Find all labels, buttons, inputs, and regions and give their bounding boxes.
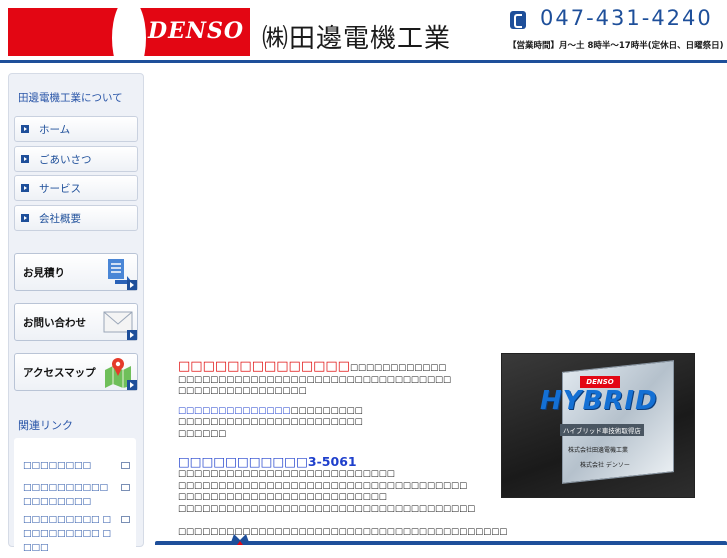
sidebar: 田邊電機工業について ホーム ごあいさつ サービス 会社概要 お見積り お問い合… [8,73,144,558]
section1-link[interactable]: □□□□□□□□□□□□□□ [178,406,290,416]
logo-swoosh [112,8,146,56]
hybrid-certification-photo: DENSO HYBRID ハイブリッド車技術取得店 株式会社田邊電機工業 株式会… [501,353,695,498]
access-map-button[interactable]: アクセスマップ [14,353,138,391]
sidebar-item-label: ごあいさつ [39,154,92,166]
arrow-square-icon [127,330,137,340]
arrow-square-icon [21,184,29,192]
arrow-square-icon [21,155,29,163]
sidebar-item-home[interactable]: ホーム [14,116,138,142]
phone-number[interactable]: 047-431-4240 [540,6,713,30]
external-link-icon [121,484,130,491]
plate-hybrid-text: HYBRID [540,386,658,416]
sidebar-item-label: 会社概要 [39,213,81,225]
section1-line: □□□□□□□□□□□□□□□□ [178,386,307,396]
section1-heading: □□□□□□□□□□□□□□ [178,359,350,374]
related-link[interactable]: □□□□□□□□□ □□□□□□□□□□ □□□□ [23,513,119,555]
section1-line: □□□□□□□□□□□□□□□□□□□□□□□□□□□□□□□□□□ [178,374,452,385]
section2-line: □□□□□□□□□□□□□□□□□□□□□□□□□□□□□□□□□□□□ [178,480,468,491]
section2-heading: □□□□□□□□□□□3-5061 [178,454,357,469]
plate-company: 株式会社田邊電機工業 [568,447,629,454]
sidebar-item-greeting[interactable]: ごあいさつ [14,146,138,172]
related-link[interactable]: □□□□□□□□ [23,459,119,473]
header: DENSO ㈱田邊電機工業 047-431-4240 【営業時間】月〜土 8時半… [0,0,727,63]
arrow-square-icon [127,380,137,390]
sidebar-item-label: ホーム [39,124,71,136]
phone-icon [510,11,526,29]
plate-subtitle: ハイブリッド車技術取得店 [560,424,644,436]
section2-line: □□□□□□□□□□□□□□□□□□□□□□□□□□ [178,492,387,502]
section1-line: □□□□□□□□□□□□□□□□□□□□□□□ [178,417,363,427]
external-link-icon [121,516,130,523]
denso-logo[interactable]: DENSO [8,8,250,56]
section1-line-suffix: □□□□□□□□□ [290,405,363,416]
external-link-icon [121,462,130,469]
sidebar-item-service[interactable]: サービス [14,175,138,201]
related-links-box: □□□□□□□□ □□□□□□□□□□ □□□□□□□□ □□□□□□□□□ □… [14,438,136,558]
contact-button[interactable]: お問い合わせ [14,303,138,341]
sidebar-item-label: サービス [39,183,81,195]
company-name: ㈱田邊電機工業 [262,24,452,54]
arrow-square-icon [21,125,29,133]
main-content: □□□□□□□□□□□□□□□□□□□□□□□□□□ □□□□□□□□□□□□□… [178,355,508,539]
section1-heading-row: □□□□□□□□□□□□□□□□□□□□□□□□□□ [178,355,498,375]
section2-footer-line: □□□□□□□□□□□□□□□□□□□□□□□□□□□□□□□□□□□□□□□□… [178,527,508,537]
section1-heading-suffix: □□□□□□□□□□□□ [349,363,447,373]
estimate-label: お見積り [23,267,65,279]
sidebar-item-company[interactable]: 会社概要 [14,205,138,231]
arrow-square-icon [127,280,137,290]
plate-company2: 株式会社 デンソー [580,462,630,469]
section1-line: □□□□□□ [178,428,227,439]
section2-line: □□□□□□□□□□□□□□□□□□□□□□□□□□□□□□□□□□□□□ [178,503,476,514]
header-divider [0,60,727,63]
section1-blue-row: □□□□□□□□□□□□□□□□□□□□□□□ [178,398,498,418]
business-hours: 【営業時間】月〜土 8時半〜17時半(定休日、日曜祭日) [508,41,724,51]
related-link[interactable]: □□□□□□□□□□ □□□□□□□□ [23,481,119,509]
section2-line: □□□□□□□□□□□□□□□□□□□□□□□□□□□ [178,469,395,479]
sidebar-title: 田邊電機工業について [18,92,123,104]
access-map-label: アクセスマップ [23,367,96,379]
contact-label: お問い合わせ [23,317,86,329]
related-links-title: 関連リンク [18,419,73,432]
mascot-icon [230,534,250,545]
denso-logo-text: DENSO [147,18,244,44]
arrow-square-icon [21,214,29,222]
estimate-button[interactable]: お見積り [14,253,138,291]
